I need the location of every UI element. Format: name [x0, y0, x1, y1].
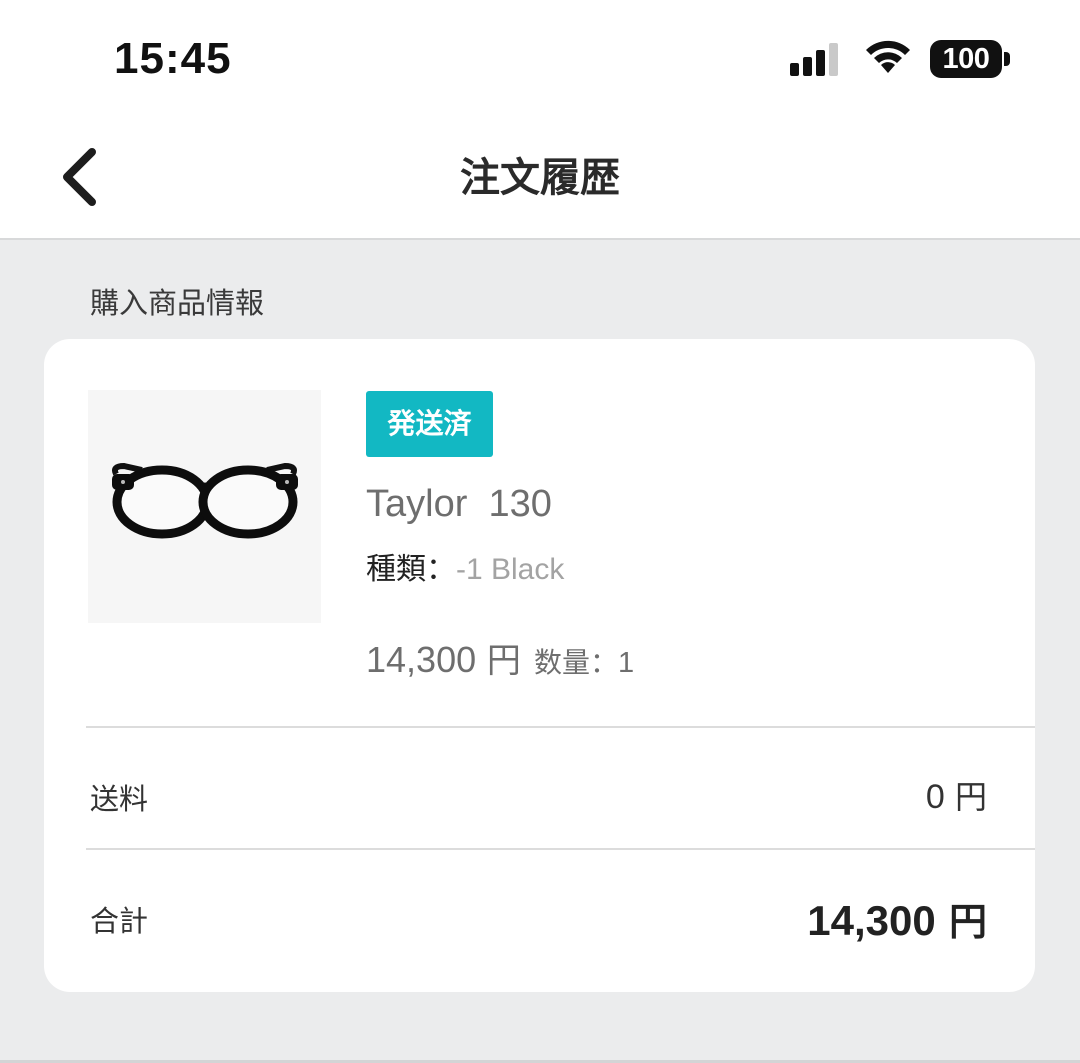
- status-time: 15:45: [114, 34, 232, 83]
- total-unit: 円: [935, 900, 987, 944]
- total-label: 合計: [90, 904, 149, 938]
- cellular-signal-icon: [790, 43, 838, 76]
- battery-level: 100: [930, 40, 1002, 78]
- product-price: 14,300: [366, 639, 477, 680]
- shipping-label: 送料: [90, 782, 149, 816]
- total-value: 14,300 円: [807, 895, 987, 956]
- price-unit: 円: [476, 641, 521, 681]
- battery-icon: 100: [930, 40, 1010, 78]
- divider: [86, 848, 1035, 850]
- order-card: 発送済 Taylor 130 種類：-1 Black 14,300 円 数量：1…: [44, 339, 1035, 992]
- variant-value: -1 Black: [456, 553, 565, 586]
- page-title: 注文履歴: [460, 155, 620, 201]
- total-amount: 14,300: [807, 897, 936, 944]
- shipping-value: 0 円: [926, 775, 987, 825]
- wifi-icon: [866, 40, 910, 73]
- quantity-label: 数量：: [534, 646, 619, 679]
- shipping-unit: 円: [944, 778, 987, 816]
- quantity-value: 1: [618, 647, 635, 679]
- product-name[interactable]: Taylor 130: [366, 481, 552, 527]
- variant-row: 種類：-1 Black: [366, 551, 564, 589]
- divider: [86, 726, 1035, 728]
- navigation-bar: 注文履歴: [0, 120, 1080, 240]
- variant-label: 種類：: [366, 552, 456, 587]
- shipping-amount: 0: [925, 778, 945, 816]
- status-badge: 発送済: [366, 391, 493, 457]
- battery-tip: [1004, 52, 1010, 66]
- status-bar: 15:45 100: [0, 0, 1080, 120]
- section-label: 購入商品情報: [90, 286, 265, 320]
- eyeglasses-product-image[interactable]: [88, 390, 321, 623]
- price-row: 14,300 円 数量：1: [366, 637, 634, 690]
